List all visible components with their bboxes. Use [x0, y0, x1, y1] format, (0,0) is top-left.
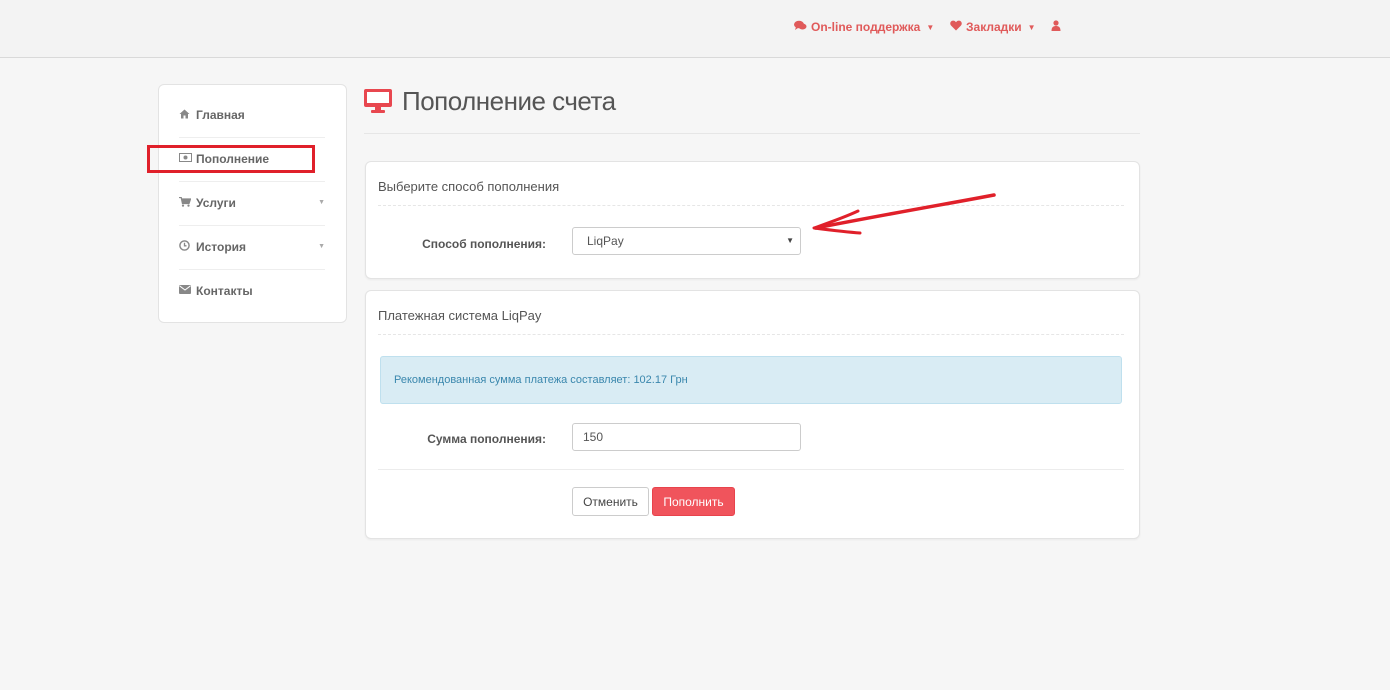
submit-button[interactable]: Пополнить	[652, 487, 735, 516]
sidebar-item-label: Услуги	[196, 196, 236, 210]
sidebar-item-history[interactable]: История ▼	[179, 225, 325, 270]
divider	[378, 334, 1124, 335]
monitor-icon	[364, 89, 392, 118]
sidebar-item-contacts[interactable]: Контакты	[179, 269, 325, 313]
support-menu[interactable]: On-line поддержка ▼	[794, 20, 934, 34]
cancel-button[interactable]: Отменить	[572, 487, 649, 516]
annotation-arrow	[812, 193, 996, 235]
payment-method-selected: LiqPay	[587, 234, 624, 248]
user-menu[interactable]	[1051, 20, 1061, 34]
payment-method-select[interactable]: LiqPay ▼	[572, 227, 801, 255]
caret-down-icon: ▼	[926, 22, 935, 32]
amount-input[interactable]: 150	[572, 423, 801, 451]
clock-icon	[179, 240, 193, 254]
method-panel: Выберите способ пополнения	[365, 161, 1140, 279]
top-navbar: On-line поддержка ▼ Закладки ▼	[0, 0, 1390, 58]
title-divider	[364, 133, 1140, 134]
heart-icon	[950, 20, 962, 34]
recommended-amount-alert: Рекомендованная сумма платежа составляет…	[380, 356, 1122, 404]
payment-panel: Платежная система LiqPay	[365, 290, 1140, 539]
cart-icon	[179, 196, 193, 210]
caret-down-icon: ▼	[318, 199, 325, 206]
sidebar-item-home[interactable]: Главная	[179, 93, 325, 138]
method-label: Способ пополнения:	[422, 237, 546, 251]
page-title: Пополнение счета	[402, 86, 616, 116]
method-panel-heading: Выберите способ пополнения	[378, 179, 560, 194]
bookmarks-menu[interactable]: Закладки ▼	[950, 20, 1036, 34]
payment-panel-heading: Платежная система LiqPay	[378, 308, 542, 323]
caret-down-icon: ▼	[1027, 22, 1036, 32]
sidebar-item-label: Контакты	[196, 284, 253, 298]
sidebar: Главная Пополнение Услуги ▼ История ▼ Ко…	[158, 84, 347, 323]
divider	[378, 469, 1124, 470]
sidebar-item-label: Главная	[196, 108, 245, 122]
envelope-icon	[179, 285, 193, 297]
support-menu-label: On-line поддержка	[811, 20, 921, 34]
caret-down-icon: ▼	[786, 236, 794, 245]
home-icon	[179, 109, 193, 122]
user-icon	[1051, 20, 1061, 34]
annotation-highlight-box	[147, 145, 315, 173]
caret-down-icon: ▼	[318, 243, 325, 250]
sidebar-item-label: История	[196, 240, 247, 254]
comments-icon	[794, 20, 807, 34]
divider	[378, 205, 1124, 206]
amount-label: Сумма пополнения:	[427, 432, 546, 446]
sidebar-item-services[interactable]: Услуги ▼	[179, 181, 325, 226]
bookmarks-menu-label: Закладки	[966, 20, 1022, 34]
